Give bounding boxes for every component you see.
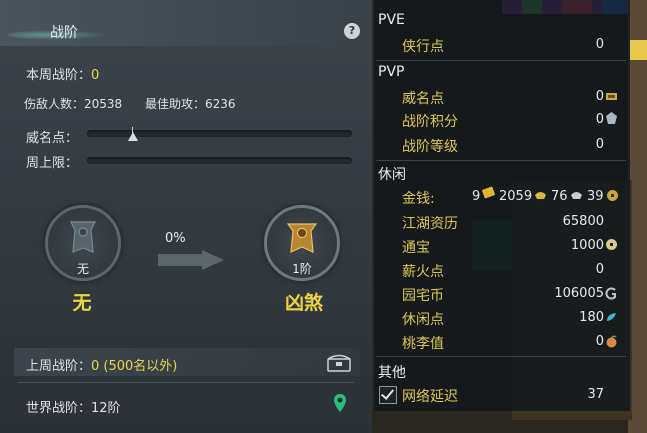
world-rank-label: 世界战阶： [26,401,92,416]
pvp-item-value: 0 [595,112,604,127]
silver-ingot-icon [571,192,582,199]
next-rank-name: 凶煞 [284,292,323,314]
weekly-rank-value: 0 [91,68,100,83]
leisure-item-value: 65800 [562,214,604,229]
pve-section-title: PVE [378,12,405,28]
leisure-item-label: 休闲点 [402,312,444,328]
leisure-item-value: 0 [595,262,604,277]
chest-icon[interactable] [327,354,351,372]
fame-icon [606,93,617,100]
latency-value: 37 [587,387,604,402]
pvp-item-value: 0 [595,89,604,104]
leisure-item-label: 通宝 [402,240,430,256]
location-pin-icon[interactable] [333,393,347,413]
assist-label: 最佳助攻： [145,97,206,111]
weekly-rank-label: 本周战阶： [26,68,92,83]
world-rank-row: 世界战阶：12阶 [26,397,121,416]
gold-ingot-value: 9 [472,189,481,204]
leisure-item-label: 江湖资历 [402,216,458,232]
estate-coin-icon [605,287,616,300]
rank-panel: 战阶 ? 本周战阶：0 伤敌人数：20538 最佳助攻：6236 威名点： 周上… [0,0,372,433]
kills-row: 伤敌人数：20538 [24,95,122,112]
leisure-item-label: 薪火点 [402,264,444,280]
last-week-row: 上周战阶：0 (500名以外) [26,355,177,374]
fame-marker-icon [128,132,138,141]
pvp-item-label: 威名点 [402,91,444,107]
gold-ticket-icon [482,186,495,199]
copper-value: 39 [587,189,604,204]
leisure-item-label: 桃李值 [402,336,444,352]
leisure-item-value: 106005 [554,286,604,301]
last-week-value: 0 (500名以外) [91,359,178,374]
silver-value: 76 [551,189,568,204]
pvp-item-label: 战阶积分 [402,114,458,130]
pvp-section-title: PVP [378,64,405,80]
leisure-section-title: 休闲 [378,167,406,183]
banner-icon [70,221,96,253]
next-rank-badge: 1阶 [264,205,340,281]
kills-value: 20538 [84,97,123,111]
current-rank-badge-text: 无 [76,262,89,276]
currency-panel: PVE 侠行点 0 PVP 威名点 0 战阶积分 0 战阶等级 0 休闲 金钱:… [372,0,647,433]
next-rank-badge-text: 1阶 [292,262,312,276]
fame-progress-bar [87,130,352,137]
leisure-point-icon [607,313,616,321]
golden-banner-icon [286,223,318,253]
world-rank-value: 12阶 [91,401,121,416]
current-rank-badge: 无 [45,205,121,281]
assist-value: 6236 [205,97,236,111]
current-rank-name: 无 [72,292,92,314]
weekly-cap-bar [87,157,352,164]
other-section-title: 其他 [378,365,406,381]
copper-coin-icon [607,190,618,201]
peach-icon [606,335,617,348]
tongbao-coin-icon [606,239,617,250]
help-icon[interactable]: ? [344,23,360,39]
panel-title: 战阶 [50,25,78,41]
leisure-item-value: 1000 [570,238,604,253]
latency-label: 网络延迟 [402,389,458,405]
assist-row: 最佳助攻：6236 [145,95,236,112]
weekly-cap-label: 周上限： [26,156,79,171]
leisure-item-label: 园宅币 [402,288,444,304]
gold-ingot-icon [535,192,546,199]
kills-label: 伤敌人数： [24,97,85,111]
gold-value: 2059 [499,189,533,204]
arrow-right-icon [158,250,224,270]
last-week-label: 上周战阶： [26,359,92,374]
pvp-item-label: 战阶等级 [402,139,458,155]
leisure-item-value: 0 [595,334,604,349]
rank-progress-percent: 0% [165,231,186,246]
weekly-rank-row: 本周战阶：0 [26,64,99,83]
gold-label: 金钱: [402,191,435,207]
pve-item-value: 0 [595,37,604,52]
pvp-item-value: 0 [595,137,604,152]
rank-points-icon [606,112,617,124]
pve-item-label: 侠行点 [402,39,444,55]
leisure-item-value: 180 [579,310,604,325]
latency-checkbox[interactable] [379,386,397,404]
fame-label: 威名点： [26,131,79,146]
